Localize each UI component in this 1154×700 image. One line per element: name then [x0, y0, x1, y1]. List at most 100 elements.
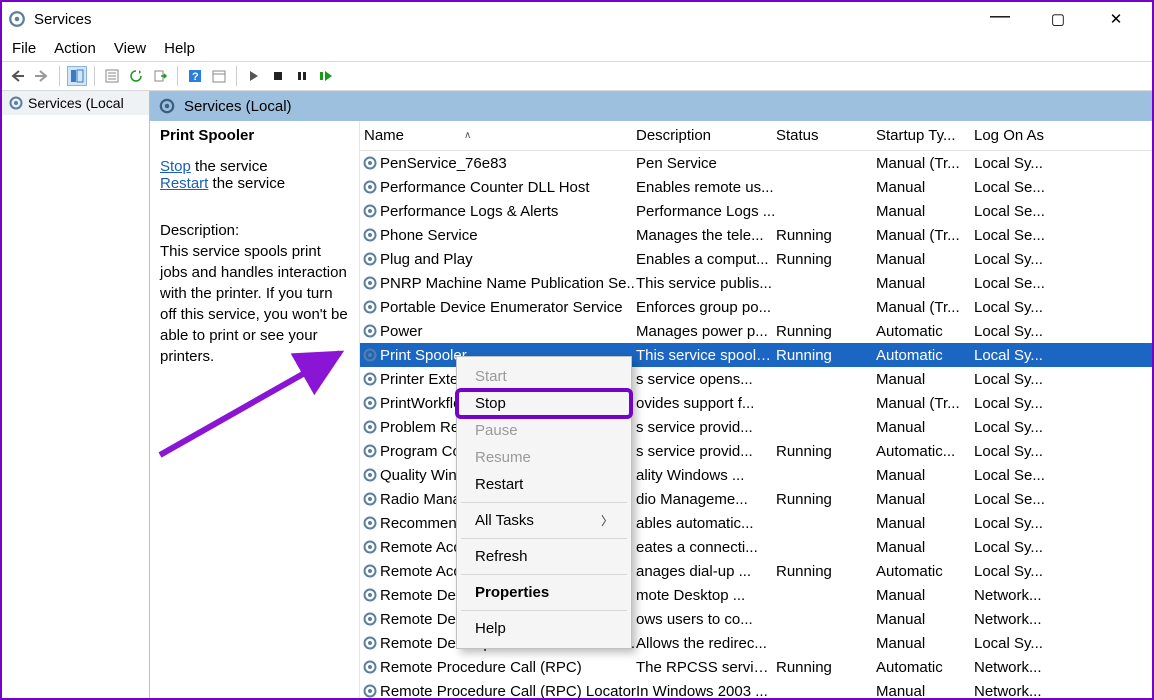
- service-startup: Manual: [876, 611, 974, 628]
- service-desc: This service publis...: [636, 275, 776, 292]
- ctx-start: Start: [457, 363, 631, 390]
- service-startup: Manual (Tr...: [876, 299, 974, 316]
- ctx-all-tasks[interactable]: All Tasks〉: [457, 507, 631, 534]
- ctx-restart[interactable]: Restart: [457, 471, 631, 498]
- service-startup: Manual: [876, 587, 974, 604]
- service-desc: mote Desktop ...: [636, 587, 776, 604]
- service-name: Performance Logs & Alerts: [380, 203, 558, 220]
- service-name: PenService_76e83: [380, 155, 507, 172]
- tree-item-services-local[interactable]: Services (Local: [2, 91, 149, 115]
- maximize-button[interactable]: ▢: [1038, 10, 1078, 28]
- gear-icon: [362, 155, 378, 171]
- service-logon: Local Sy...: [974, 371, 1152, 388]
- service-status: Running: [776, 659, 876, 676]
- export-button[interactable]: [150, 66, 170, 86]
- service-startup: Manual: [876, 635, 974, 652]
- service-desc: eates a connecti...: [636, 539, 776, 556]
- stop-service-link-line: Stop the service: [160, 158, 349, 175]
- pause-service-button[interactable]: [292, 66, 312, 86]
- service-name: Power: [380, 323, 423, 340]
- forward-button[interactable]: [32, 66, 52, 86]
- service-row[interactable]: Remote Procedure Call (RPC)The RPCSS ser…: [360, 655, 1152, 679]
- context-menu: Start Stop Pause Resume Restart All Task…: [456, 356, 632, 649]
- service-startup: Manual (Tr...: [876, 155, 974, 172]
- description-text: This service spools print jobs and handl…: [160, 241, 349, 367]
- ctx-separator: [461, 610, 627, 611]
- gear-icon: [8, 95, 24, 111]
- help-button[interactable]: ?: [185, 66, 205, 86]
- close-button[interactable]: ✕: [1096, 10, 1136, 28]
- selected-service-name: Print Spooler: [160, 127, 349, 144]
- ctx-separator: [461, 574, 627, 575]
- service-desc: s service provid...: [636, 443, 776, 460]
- ctx-stop[interactable]: Stop: [457, 390, 631, 417]
- service-desc: Manages the tele...: [636, 227, 776, 244]
- menu-file[interactable]: File: [12, 40, 36, 57]
- service-row[interactable]: Portable Device Enumerator Service Enforc…: [360, 295, 1152, 319]
- gear-icon: [362, 347, 378, 363]
- service-row[interactable]: PenService_76e83Pen ServiceManual (Tr...…: [360, 151, 1152, 175]
- toolbar: ?: [2, 61, 1152, 91]
- service-name: Phone Service: [380, 227, 478, 244]
- properties-button[interactable]: [102, 66, 122, 86]
- stop-link[interactable]: Stop: [160, 158, 191, 175]
- refresh-button[interactable]: [126, 66, 146, 86]
- start-service-button[interactable]: [244, 66, 264, 86]
- service-logon: Local Sy...: [974, 347, 1152, 364]
- column-description[interactable]: Description: [636, 127, 776, 144]
- show-hide-tree-button[interactable]: [67, 66, 87, 86]
- gear-icon: [362, 587, 378, 603]
- service-row[interactable]: PowerManages power p...RunningAutomaticL…: [360, 319, 1152, 343]
- service-logon: Local Sy...: [974, 323, 1152, 340]
- service-desc: Allows the redirec...: [636, 635, 776, 652]
- service-startup: Manual: [876, 275, 974, 292]
- column-status[interactable]: Status: [776, 127, 876, 144]
- service-logon: Local Sy...: [974, 419, 1152, 436]
- column-startup[interactable]: Startup Ty...: [876, 127, 974, 144]
- ctx-properties[interactable]: Properties: [457, 579, 631, 606]
- service-logon: Network...: [974, 683, 1152, 699]
- service-logon: Local Se...: [974, 491, 1152, 508]
- service-row[interactable]: PNRP Machine Name Publication Se...This …: [360, 271, 1152, 295]
- back-button[interactable]: [8, 66, 28, 86]
- service-status: Running: [776, 227, 876, 244]
- service-desc: Performance Logs ...: [636, 203, 776, 220]
- service-startup: Manual: [876, 515, 974, 532]
- service-name: Portable Device Enumerator Service: [380, 299, 623, 316]
- dates-button[interactable]: [209, 66, 229, 86]
- menu-view[interactable]: View: [114, 40, 146, 57]
- toolbar-separator: [177, 66, 178, 86]
- service-startup: Automatic: [876, 659, 974, 676]
- service-row[interactable]: Phone ServiceManages the tele...RunningM…: [360, 223, 1152, 247]
- service-name: Remote Procedure Call (RPC) Locator: [380, 683, 636, 699]
- service-status: Running: [776, 347, 876, 364]
- service-name: PNRP Machine Name Publication Se...: [380, 275, 636, 292]
- minimize-button[interactable]: —: [980, 10, 1020, 28]
- ctx-help[interactable]: Help: [457, 615, 631, 642]
- service-logon: Local Se...: [974, 275, 1152, 292]
- service-startup: Manual: [876, 491, 974, 508]
- service-row[interactable]: Performance Logs & Alerts Performance Log…: [360, 199, 1152, 223]
- service-row[interactable]: Remote Procedure Call (RPC) LocatorIn Wi…: [360, 679, 1152, 698]
- ctx-refresh[interactable]: Refresh: [457, 543, 631, 570]
- service-desc: Enforces group po...: [636, 299, 776, 316]
- toolbar-separator: [59, 66, 60, 86]
- service-desc: ovides support f...: [636, 395, 776, 412]
- service-desc: The RPCSS service...: [636, 659, 776, 676]
- column-headers: Name∧ Description Status Startup Ty... L…: [360, 121, 1152, 151]
- gear-icon: [362, 275, 378, 291]
- gear-icon: [362, 203, 378, 219]
- service-row[interactable]: Performance Counter DLL HostEnables remo…: [360, 175, 1152, 199]
- service-startup: Automatic: [876, 563, 974, 580]
- stop-service-button[interactable]: [268, 66, 288, 86]
- column-name[interactable]: Name∧: [360, 127, 636, 144]
- menu-help[interactable]: Help: [164, 40, 195, 57]
- menu-action[interactable]: Action: [54, 40, 96, 57]
- restart-service-button[interactable]: [316, 66, 336, 86]
- restart-link[interactable]: Restart: [160, 175, 208, 192]
- column-logon[interactable]: Log On As: [974, 127, 1152, 144]
- gear-icon: [362, 635, 378, 651]
- services-window: Services — ▢ ✕ File Action View Help ?: [0, 0, 1154, 700]
- gear-icon: [158, 97, 176, 115]
- service-row[interactable]: Plug and PlayEnables a comput...RunningM…: [360, 247, 1152, 271]
